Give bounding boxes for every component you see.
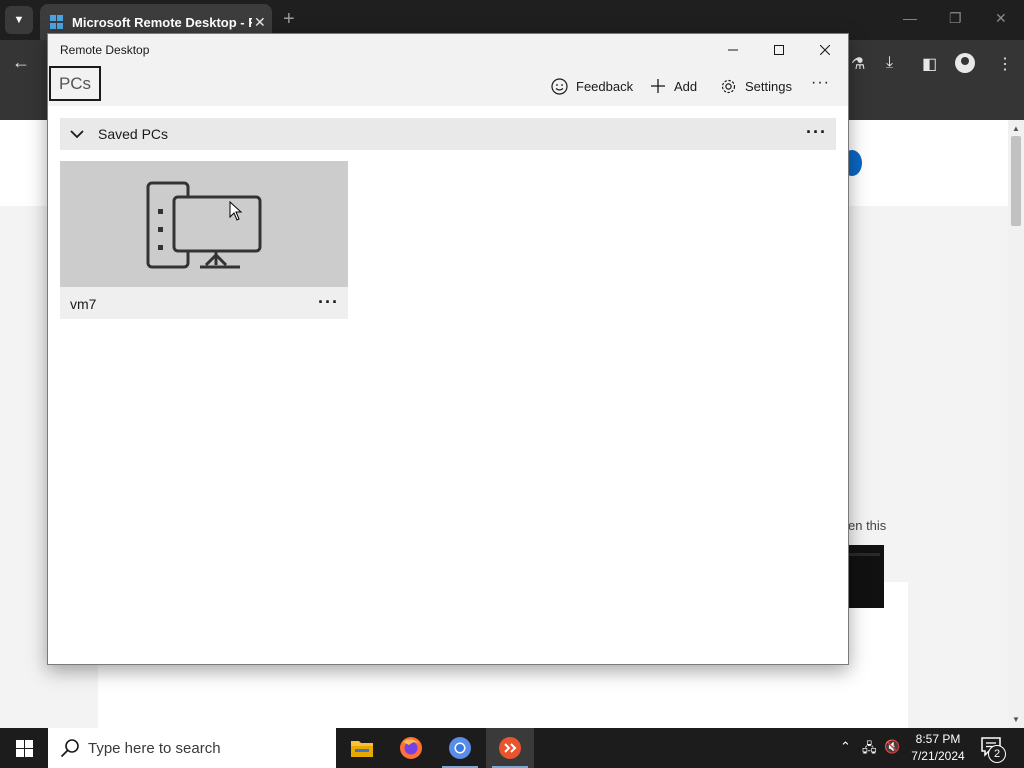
volume-muted-icon[interactable]: 🔇 — [884, 739, 900, 755]
tab-pcs-label: PCs — [58, 73, 92, 93]
pc-more-button[interactable]: ··· — [318, 292, 339, 313]
command-bar: PCs Feedback Add Settings ··· — [48, 66, 848, 106]
folder-icon — [351, 741, 373, 757]
scroll-thumb[interactable] — [1011, 136, 1021, 226]
plus-icon — [651, 79, 665, 93]
taskbar-clock[interactable]: 8:57 PM 7/21/2024 — [905, 731, 971, 765]
desktop-computer-icon — [146, 181, 262, 269]
webpage-text-snippet: en this — [848, 518, 887, 533]
screenshot-gallery — [98, 657, 898, 728]
page-scrollbar[interactable]: ▲ ▼ — [1008, 120, 1024, 728]
browser-restore-icon[interactable]: ❐ — [949, 10, 962, 27]
taskbar-search-box[interactable]: Type here to search — [48, 728, 336, 768]
feedback-button[interactable]: Feedback — [551, 75, 633, 97]
add-label: Add — [674, 78, 698, 94]
tab-close-icon[interactable]: ✕ — [254, 14, 266, 31]
scroll-up-icon[interactable]: ▲ — [1012, 124, 1020, 133]
close-button[interactable] — [802, 34, 848, 66]
browser-close-icon[interactable]: ✕ — [995, 10, 1007, 27]
pc-name: vm7 — [70, 296, 97, 312]
chevron-down-icon[interactable] — [70, 127, 84, 141]
chevron-down-icon: ▼ — [13, 14, 25, 26]
labs-flask-icon[interactable]: ⚗ — [851, 54, 865, 74]
close-icon — [820, 45, 830, 55]
settings-label: Settings — [745, 78, 792, 94]
chromium-icon — [449, 737, 471, 759]
remote-desktop-app-icon — [499, 737, 521, 759]
start-button[interactable] — [0, 728, 48, 768]
minimize-icon — [728, 49, 738, 51]
search-placeholder: Type here to search — [88, 739, 221, 757]
maximize-button[interactable] — [756, 34, 802, 66]
firefox-icon — [400, 737, 422, 759]
window-titlebar[interactable]: Remote Desktop — [48, 34, 848, 66]
remote-desktop-favicon-icon — [50, 15, 64, 29]
new-tab-button[interactable]: + — [283, 8, 295, 31]
kebab-menu-icon[interactable]: ⋮ — [997, 54, 1013, 74]
smiley-icon — [551, 77, 568, 95]
taskbar-remote-desktop[interactable] — [486, 728, 534, 768]
profile-avatar-icon[interactable] — [955, 53, 975, 73]
mouse-cursor-icon — [229, 201, 242, 221]
feedback-label: Feedback — [576, 78, 634, 94]
tab-search-button[interactable]: ▼ — [5, 6, 33, 34]
pc-tile[interactable]: vm7 ··· — [60, 161, 348, 319]
gear-icon — [721, 79, 736, 93]
minimize-button[interactable] — [710, 34, 756, 66]
settings-button[interactable]: Settings — [720, 75, 792, 97]
search-icon — [60, 739, 79, 758]
show-hidden-icons-chevron-icon[interactable]: ⌃ — [840, 739, 851, 755]
taskbar-file-explorer[interactable] — [338, 728, 386, 768]
network-icon[interactable]: 🖧 — [862, 739, 877, 761]
pc-thumbnail[interactable] — [60, 161, 348, 287]
browser-minimize-icon[interactable]: — — [903, 10, 917, 26]
notification-count-badge: 2 — [988, 745, 1006, 763]
taskbar-chromium[interactable] — [436, 728, 484, 768]
clock-time: 8:57 PM — [915, 732, 961, 746]
window-title: Remote Desktop — [60, 43, 150, 57]
browser-tab-title: Microsoft Remote Desktop - F — [72, 14, 252, 30]
download-icon[interactable]: ⤓ — [886, 54, 893, 72]
add-button[interactable]: Add — [650, 75, 697, 97]
remote-desktop-window: Remote Desktop PCs Feedback Add Settings… — [47, 33, 849, 665]
saved-pcs-more-button[interactable]: ··· — [806, 122, 827, 143]
saved-pcs-group-header[interactable]: Saved PCs ··· — [60, 118, 836, 150]
taskbar-firefox[interactable] — [387, 728, 435, 768]
sidebar-icon[interactable]: ◧ — [922, 54, 937, 74]
tab-pcs[interactable]: PCs — [49, 66, 101, 101]
windows-logo-icon — [15, 739, 33, 757]
clock-date: 7/21/2024 — [911, 749, 965, 763]
back-arrow-icon[interactable]: ← — [12, 52, 30, 73]
scroll-down-icon[interactable]: ▼ — [1012, 715, 1020, 724]
taskbar: Type here to search ⌃ 🖧 🔇 8:57 PM 7/21/2… — [0, 728, 1024, 768]
saved-pcs-label: Saved PCs — [98, 126, 169, 142]
more-options-button[interactable]: ··· — [811, 74, 830, 92]
maximize-icon — [774, 45, 784, 55]
